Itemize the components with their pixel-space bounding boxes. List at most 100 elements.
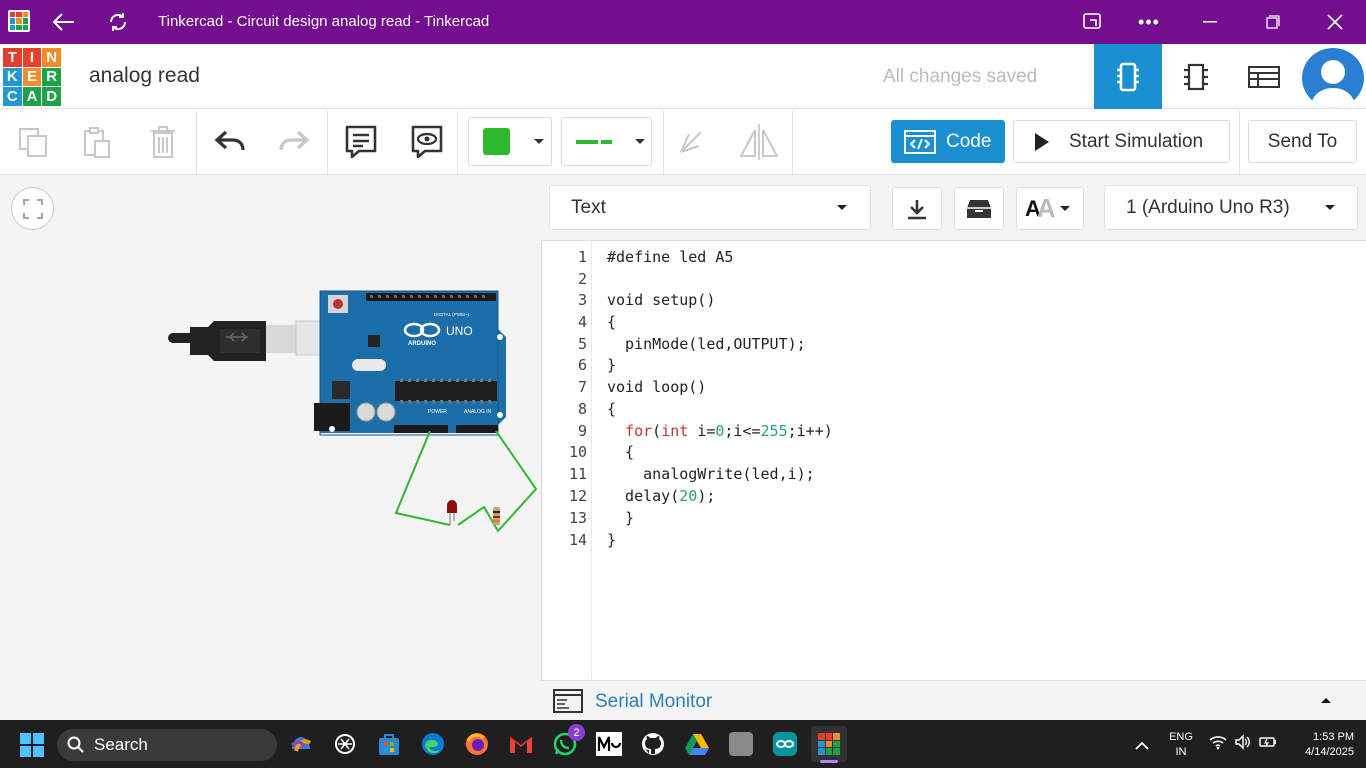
wire-type-dropdown[interactable] (561, 117, 652, 166)
notes-button[interactable] (340, 118, 382, 166)
wire-line-icon (576, 139, 612, 144)
code-line[interactable]: { (607, 400, 616, 418)
toolbar-divider (792, 110, 793, 174)
paste-button[interactable] (76, 118, 118, 166)
component-list-button[interactable] (1230, 44, 1298, 109)
github-app-icon[interactable] (635, 726, 671, 762)
start-button[interactable] (20, 733, 44, 757)
close-icon[interactable] (1321, 0, 1349, 44)
minimize-icon[interactable] (1196, 0, 1224, 44)
tinkercad-logo[interactable]: T I N K E R C A D (3, 48, 61, 106)
line-number: 11 (568, 465, 587, 483)
logo-letter: E (22, 67, 42, 87)
circuit-wires[interactable] (394, 430, 538, 533)
flip-button[interactable] (736, 118, 782, 166)
code-line[interactable]: analogWrite(led,i); (607, 465, 815, 483)
start-simulation-label: Start Simulation (1069, 130, 1204, 152)
clock-date: 4/14/2025 (1305, 746, 1354, 758)
line-number: 3 (577, 291, 587, 309)
copilot-app-icon[interactable] (283, 726, 319, 762)
whatsapp-app-icon[interactable]: 2 (547, 724, 585, 762)
terminal-icon (553, 689, 583, 713)
schematic-view-button[interactable] (1162, 44, 1230, 109)
arduino-ide-app-icon[interactable] (767, 726, 803, 762)
power-label: POWER (428, 409, 447, 415)
user-avatar[interactable] (1302, 48, 1364, 108)
libraries-button[interactable] (954, 187, 1004, 230)
system-tray[interactable] (1209, 734, 1277, 750)
delete-button[interactable] (142, 118, 184, 166)
arduino-uno-board[interactable]: UNO ARDUINO DIGITAL (PWM~) POWER ANALOG … (160, 285, 550, 540)
window-title: Tinkercad - Circuit design analog read -… (158, 13, 490, 30)
serial-monitor-bar[interactable]: Serial Monitor (541, 680, 1366, 720)
code-line[interactable]: #define led A5 (607, 248, 733, 266)
rotate-button[interactable] (670, 118, 712, 166)
notification-badge: 2 (568, 724, 585, 741)
code-line[interactable]: void loop() (607, 378, 706, 396)
redo-button[interactable] (272, 118, 314, 166)
code-line[interactable]: } (607, 531, 616, 549)
taskbar-search[interactable]: Search (57, 729, 277, 761)
download-code-button[interactable] (892, 187, 942, 230)
code-button-label: Code (946, 130, 992, 152)
blank-app-icon[interactable] (723, 726, 759, 762)
code-line[interactable]: delay(20); (607, 487, 715, 505)
tinkercad-app-icon[interactable] (811, 726, 847, 762)
code-line[interactable]: { (607, 313, 616, 331)
toolbar-divider (196, 110, 197, 174)
chatgpt-app-icon[interactable] (327, 726, 363, 762)
fit-view-button[interactable] (11, 187, 54, 230)
back-arrow-icon[interactable] (48, 0, 80, 44)
ms-store-app-icon[interactable] (371, 726, 407, 762)
led-component[interactable] (447, 500, 457, 525)
cast-icon[interactable] (1078, 0, 1106, 44)
board-brand: ARDUINO (408, 341, 436, 347)
line-number: 6 (577, 356, 587, 374)
google-drive-app-icon[interactable] (679, 726, 715, 762)
clock[interactable]: 1:53 PM 4/14/2025 (1284, 730, 1354, 760)
start-simulation-button[interactable]: Start Simulation (1013, 120, 1230, 163)
caret-up-icon[interactable] (1320, 696, 1332, 704)
device-dropdown[interactable]: 1 (Arduino Uno R3) (1104, 185, 1358, 230)
logo-letter: D (42, 87, 61, 106)
code-button[interactable]: Code (891, 120, 1005, 163)
search-icon (67, 736, 84, 753)
analog-in-label: ANALOG IN (464, 409, 492, 415)
circuit-view-button[interactable] (1094, 44, 1162, 109)
refresh-icon[interactable] (104, 0, 132, 44)
code-line[interactable]: } (607, 356, 616, 374)
code-line[interactable]: pinMode(led,OUTPUT); (607, 335, 806, 353)
line-number: 10 (568, 443, 587, 461)
active-app-indicator (820, 760, 838, 763)
line-number: 14 (568, 531, 587, 549)
tray-overflow-chevron-icon[interactable] (1135, 738, 1149, 756)
medium-app-icon[interactable] (591, 726, 627, 762)
code-line[interactable]: } (607, 509, 634, 527)
more-options-icon[interactable]: ••• (1134, 0, 1164, 44)
wire-color-swatch (483, 128, 510, 155)
firefox-app-icon[interactable] (459, 726, 495, 762)
line-number: 9 (577, 422, 587, 440)
code-line[interactable]: for(int i=0;i<=255;i++) (607, 422, 833, 440)
clock-time: 1:53 PM (1313, 731, 1354, 743)
send-to-button[interactable]: Send To (1248, 120, 1357, 163)
code-mode-dropdown[interactable]: Text (549, 185, 871, 230)
gmail-app-icon[interactable] (503, 726, 539, 762)
copy-button[interactable] (12, 118, 54, 166)
undo-button[interactable] (210, 118, 252, 166)
line-number: 12 (568, 487, 587, 505)
save-status: All changes saved (883, 66, 1038, 87)
notes-visibility-button[interactable] (406, 118, 448, 166)
language-indicator[interactable]: ENG IN (1166, 730, 1196, 760)
edge-app-icon[interactable] (415, 726, 451, 762)
code-line[interactable]: { (607, 443, 634, 461)
code-mode-label: Text (571, 196, 606, 218)
wire-color-dropdown[interactable] (468, 117, 552, 166)
resistor-component[interactable] (493, 507, 500, 525)
toolbar-divider (1239, 110, 1240, 174)
board-model: UNO (446, 324, 473, 338)
code-line[interactable]: void setup() (607, 291, 715, 309)
font-size-dropdown[interactable]: A A (1016, 187, 1084, 230)
maximize-icon[interactable] (1259, 0, 1287, 44)
project-name[interactable]: analog read (89, 64, 200, 88)
